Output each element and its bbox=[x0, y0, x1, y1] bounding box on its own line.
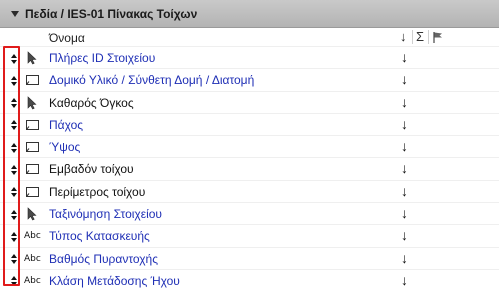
field-row[interactable]: Καθαρός Όγκος ↓ bbox=[0, 90, 499, 113]
field-row[interactable]: Abc Βαθμός Πυραντοχής ↓ bbox=[0, 246, 499, 269]
field-label[interactable]: Πάχος bbox=[49, 118, 83, 132]
sort-arrow-icon[interactable]: ↓ bbox=[401, 160, 408, 176]
sort-arrow-icon[interactable]: ↓ bbox=[401, 138, 408, 154]
panel-title: Πεδία / IES-01 Πίνακας Τοίχων bbox=[25, 6, 198, 21]
abc-text-icon: Abc bbox=[24, 253, 41, 264]
sort-arrow-icon[interactable]: ↓ bbox=[401, 116, 408, 132]
parameter-box-icon bbox=[25, 162, 41, 176]
field-label[interactable]: Εμβαδόν τοίχου bbox=[49, 162, 134, 176]
column-divider bbox=[412, 30, 413, 44]
parameter-box-icon bbox=[25, 73, 41, 87]
sort-arrow-icon[interactable]: ↓ bbox=[401, 205, 408, 221]
column-header-sort[interactable]: ↓ bbox=[400, 29, 407, 44]
sort-arrow-icon[interactable]: ↓ bbox=[401, 183, 408, 199]
field-label[interactable]: Ταξινόμηση Στοιχείου bbox=[49, 207, 162, 221]
column-header-bar: Όνομα ↓ Σ bbox=[0, 28, 499, 46]
field-row[interactable]: Περίμετρος τοίχου ↓ bbox=[0, 179, 499, 202]
field-list: Πλήρες ID Στοιχείου ↓ Δομικό Υλικό / Σύνθε… bbox=[0, 46, 499, 289]
field-label[interactable]: Πλήρες ID Στοιχείου bbox=[49, 51, 155, 65]
field-label[interactable]: Τύπος Κατασκευής bbox=[49, 229, 150, 243]
column-header-sum[interactable]: Σ bbox=[416, 29, 424, 44]
sort-arrow-icon[interactable]: ↓ bbox=[401, 71, 408, 87]
sort-arrow-icon[interactable]: ↓ bbox=[401, 227, 408, 243]
collapse-arrow-icon[interactable] bbox=[11, 10, 19, 17]
field-label[interactable]: Δομικό Υλικό / Σύνθετη Δομή / Διατομή bbox=[49, 73, 254, 87]
pointer-arrow-icon bbox=[25, 95, 41, 110]
panel-header[interactable]: Πεδία / IES-01 Πίνακας Τοίχων bbox=[0, 0, 499, 28]
pointer-arrow-icon bbox=[25, 207, 41, 221]
field-row[interactable]: Ύψος ↓ bbox=[0, 135, 499, 157]
column-divider bbox=[428, 30, 429, 44]
sort-arrow-icon[interactable]: ↓ bbox=[401, 94, 408, 110]
flag-icon[interactable] bbox=[432, 31, 444, 46]
parameter-box-icon bbox=[25, 140, 41, 154]
field-row[interactable]: Πάχος ↓ bbox=[0, 112, 499, 135]
abc-text-icon: Abc bbox=[24, 231, 41, 242]
field-label[interactable]: Καθαρός Όγκος bbox=[49, 96, 134, 110]
abc-text-icon: Abc bbox=[24, 275, 41, 286]
field-label[interactable]: Περίμετρος τοίχου bbox=[49, 185, 145, 199]
parameter-box-icon bbox=[25, 118, 41, 132]
pointer-arrow-icon bbox=[25, 51, 41, 65]
sort-arrow-icon[interactable]: ↓ bbox=[401, 272, 408, 288]
field-label[interactable]: Ύψος bbox=[49, 140, 80, 154]
field-row[interactable]: Abc Τύπος Κατασκευής ↓ bbox=[0, 224, 499, 246]
column-header-name[interactable]: Όνομα bbox=[49, 31, 85, 45]
field-row[interactable]: Abc Κλάση Μετάδοσης Ήχου ↓ bbox=[0, 268, 499, 289]
field-row[interactable]: Δομικό Υλικό / Σύνθετη Δομή / Διατομή ↓ bbox=[0, 68, 499, 90]
field-label[interactable]: Κλάση Μετάδοσης Ήχου bbox=[49, 274, 180, 288]
sort-arrow-icon[interactable]: ↓ bbox=[401, 250, 408, 266]
sort-arrow-icon[interactable]: ↓ bbox=[401, 49, 408, 65]
parameter-box-icon bbox=[25, 185, 41, 199]
field-row[interactable]: Εμβαδόν τοίχου ↓ bbox=[0, 157, 499, 179]
drag-handle-highlight bbox=[3, 46, 20, 286]
field-row[interactable]: Ταξινόμηση Στοιχείου ↓ bbox=[0, 202, 499, 224]
field-row[interactable]: Πλήρες ID Στοιχείου ↓ bbox=[0, 46, 499, 68]
field-label[interactable]: Βαθμός Πυραντοχής bbox=[49, 252, 158, 266]
